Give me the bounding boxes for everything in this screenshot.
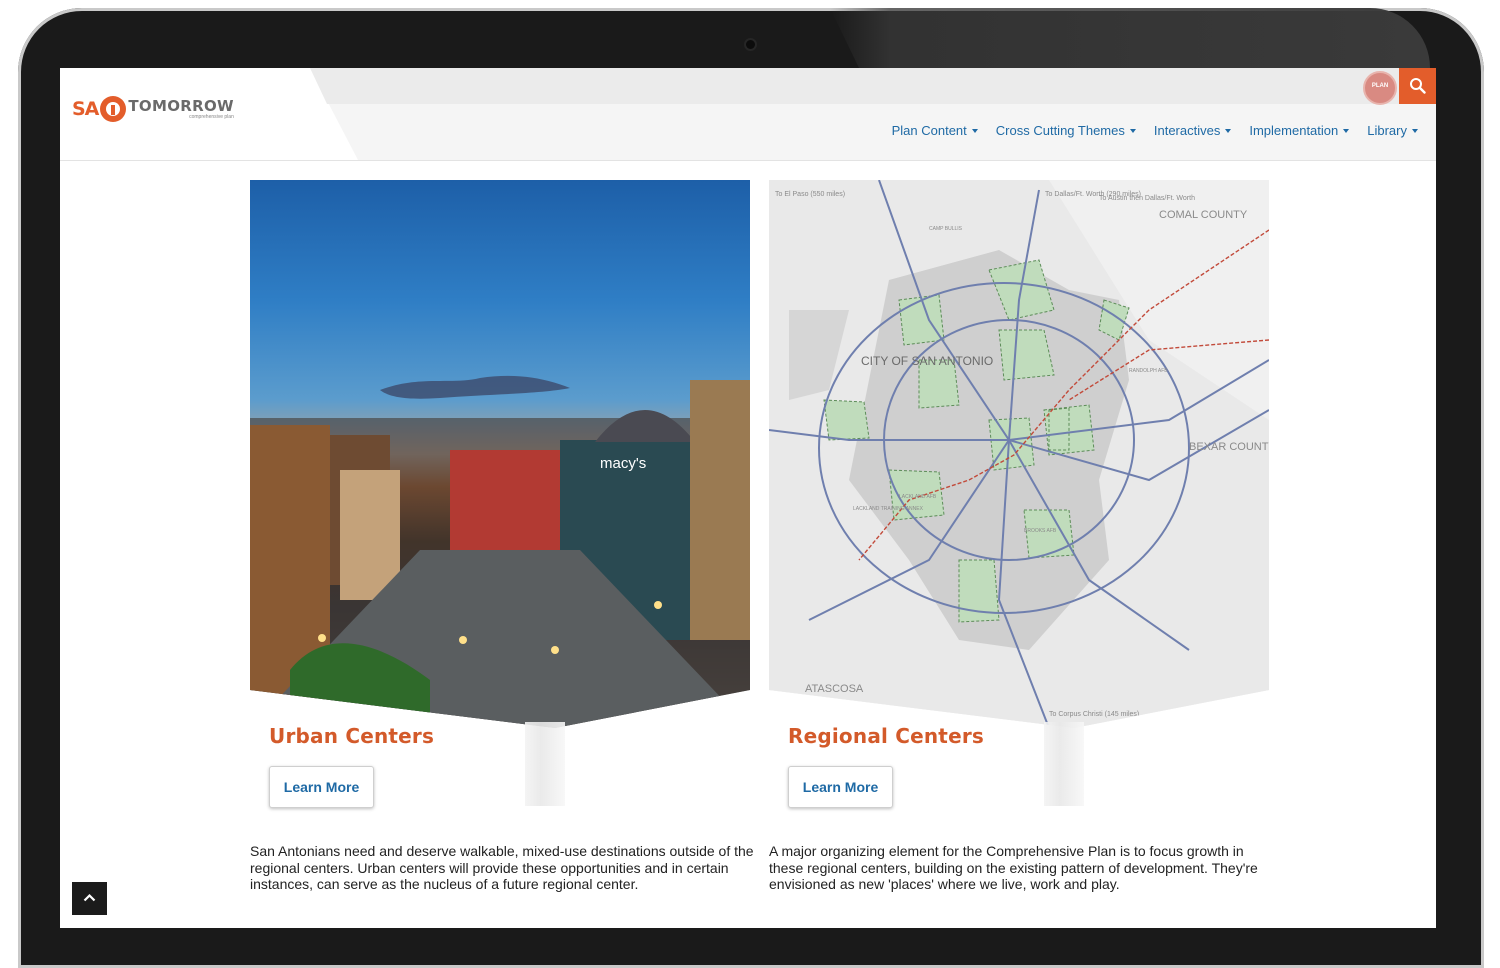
main-nav: Plan Content Cross Cutting Themes Intera… [892,123,1418,138]
logo-emblem-icon [100,96,127,122]
map-label-bexar: BEXAR COUNTY [1189,441,1269,453]
storefront-sign: macy's [600,455,646,472]
urban-centers-description: San Antonians need and deserve walkable,… [250,843,754,892]
map-label-lackland: LACKLAND AFB [899,494,937,500]
map-label-austin: To Austin then Dallas/Ft. Worth [1099,195,1195,202]
search-icon [1410,78,1426,94]
urban-centers-image[interactable]: macy's [250,180,750,728]
regional-centers-map-graphic: To El Paso (550 miles) To Dallas/Ft. Wor… [769,180,1269,728]
plan-badge-icon[interactable]: PLAN [1363,71,1397,105]
nav-label: Plan Content [891,123,967,138]
chevron-up-icon [83,893,96,902]
nav-cross-cutting-themes[interactable]: Cross Cutting Themes [996,123,1136,138]
nav-interactives[interactable]: Interactives [1153,123,1232,138]
regional-centers-map[interactable]: To El Paso (550 miles) To Dallas/Ft. Wor… [769,180,1269,728]
card-fold-shadow [525,722,565,806]
logo-tagline: comprehensive plan [189,113,234,120]
nav-label: Interactives [1153,123,1221,138]
card-fold-shadow [1044,722,1084,806]
site-logo[interactable]: SA TOMORROW comprehensive plan [72,96,234,122]
urban-centers-learn-more-button[interactable]: Learn More [269,766,374,808]
site-header: SA TOMORROW comprehensive plan PLAN Plan… [60,68,1436,161]
map-label-atascosa: ATASCOSA [805,683,864,695]
header-top-band [310,68,1436,104]
regional-centers-title: Regional Centers [788,724,985,748]
map-label-randolph: RANDOLPH AFB [1129,368,1168,374]
chevron-down-icon [1129,128,1136,133]
map-label-comal: COMAL COUNTY [1159,209,1248,221]
logo-word: TOMORROW [128,96,234,115]
nav-implementation[interactable]: Implementation [1249,123,1350,138]
regional-centers-learn-more-button[interactable]: Learn More [788,766,893,808]
map-label-city: CITY OF SAN ANTONIO [861,354,993,368]
chevron-down-icon [971,128,978,133]
chevron-down-icon [1412,128,1418,133]
plan-badge-label: PLAN [1371,83,1389,89]
regional-centers-description: A major organizing element for the Compr… [769,843,1258,892]
nav-label: Implementation [1249,123,1339,138]
logo-sa-text: SA [72,98,99,120]
webcam [746,40,755,49]
map-label-lackland-annex: LACKLAND TRAINING ANNEX [853,506,924,512]
urban-centers-title: Urban Centers [269,724,435,748]
map-label-corpus: To Corpus Christi (145 miles) [1049,711,1139,718]
back-to-top-button[interactable] [72,882,107,915]
map-label-brooks: BROOKS AFB [1024,528,1057,534]
logo-wordmark: TOMORROW comprehensive plan [128,96,234,120]
search-button[interactable] [1399,68,1436,104]
browser-screen: SA TOMORROW comprehensive plan PLAN Plan… [60,68,1436,928]
nav-plan-content[interactable]: Plan Content [892,123,978,138]
laptop-bezel-glare [830,8,1430,70]
chevron-down-icon [1343,128,1350,133]
nav-library[interactable]: Library [1367,123,1418,138]
urban-centers-photo: macy's [250,375,750,728]
nav-label: Library [1367,123,1407,138]
nav-label: Cross Cutting Themes [995,123,1125,138]
map-label-el-paso: To El Paso (550 miles) [775,191,845,198]
map-label-camp-bullis: CAMP BULLIS [929,226,963,232]
chevron-down-icon [1225,128,1232,133]
